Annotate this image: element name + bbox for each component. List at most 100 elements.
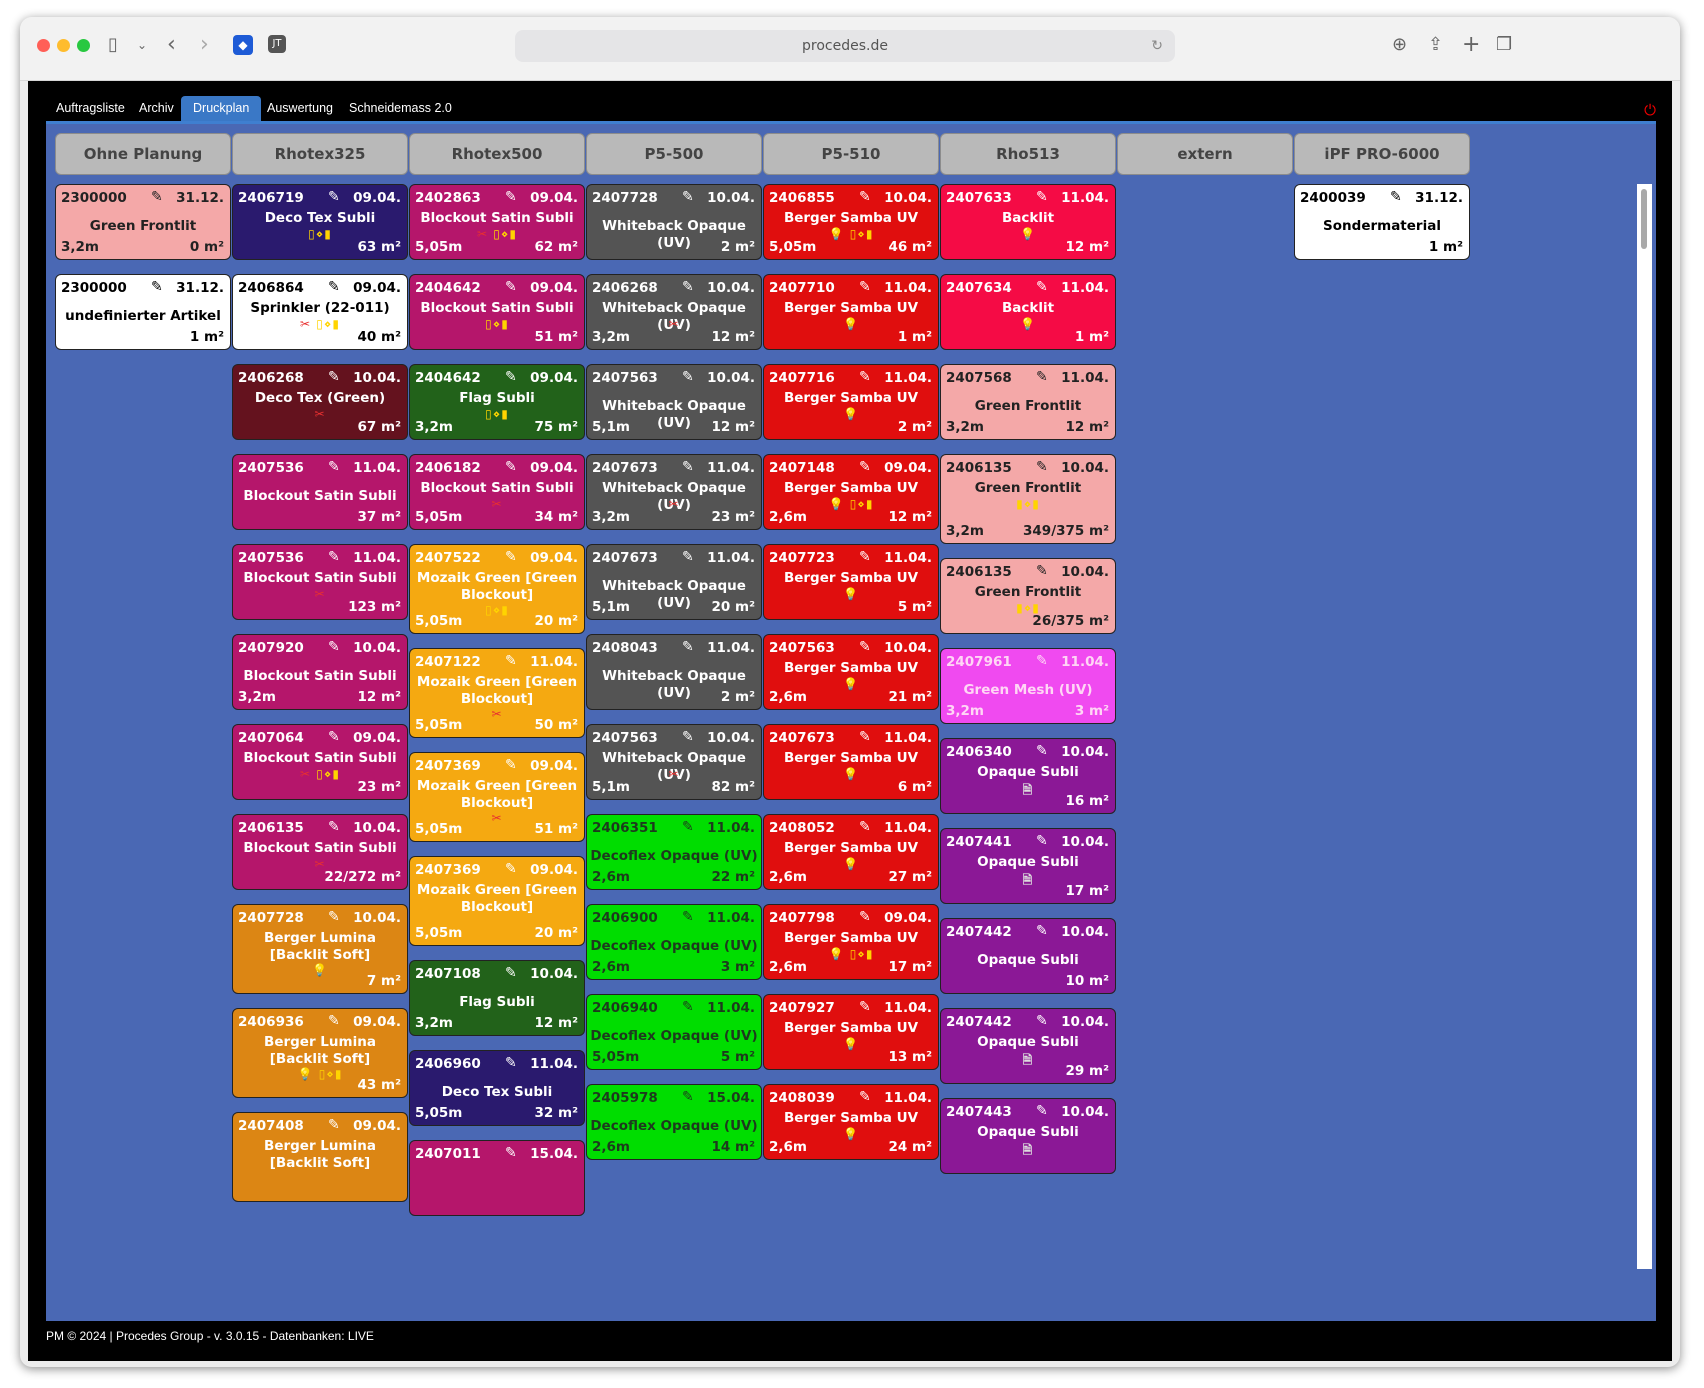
edit-pencil-icon[interactable]: ✎ bbox=[328, 279, 340, 295]
job-card[interactable]: 2406940 ✎ 11.04. Decoflex Opaque (UV) 5,05m 5… bbox=[586, 994, 762, 1070]
vertical-scrollbar[interactable] bbox=[1637, 184, 1652, 1269]
job-card[interactable]: 2407369 ✎ 09.04. Mozaik Green [Green Blocko… bbox=[409, 856, 585, 946]
logout-power-icon[interactable]: ⏻ bbox=[1644, 101, 1656, 119]
job-card[interactable]: 2407122 ✎ 11.04. Mozaik Green [Green Blocko… bbox=[409, 648, 585, 738]
edit-pencil-icon[interactable]: ✎ bbox=[328, 1117, 340, 1133]
zoom-window-button[interactable] bbox=[77, 39, 90, 52]
job-card[interactable]: 2407673 ✎ 11.04. Whiteback Opaque (UV) 5,1m 2… bbox=[586, 544, 762, 620]
edit-pencil-icon[interactable]: ✎ bbox=[682, 729, 694, 745]
job-card[interactable]: 2407728 ✎ 10.04. Whiteback Opaque (UV) 2 m² bbox=[586, 184, 762, 260]
column-header[interactable]: iPF PRO-6000 bbox=[1294, 133, 1470, 175]
back-icon[interactable]: ‹ bbox=[167, 34, 176, 56]
job-card[interactable]: 2406135 ✎ 10.04. Green Frontlit ▮⋄▮ 26/375 m… bbox=[940, 558, 1116, 634]
edit-pencil-icon[interactable]: ✎ bbox=[1390, 189, 1402, 205]
job-card[interactable]: 2404642 ✎ 09.04. Blockout Satin Subli ▯⋄▮ 51… bbox=[409, 274, 585, 350]
edit-pencil-icon[interactable]: ✎ bbox=[1036, 369, 1048, 385]
edit-pencil-icon[interactable]: ✎ bbox=[682, 279, 694, 295]
job-card[interactable]: 2407443 ✎ 10.04. Opaque Subli 🗎 bbox=[940, 1098, 1116, 1174]
edit-pencil-icon[interactable]: ✎ bbox=[505, 757, 517, 773]
edit-pencil-icon[interactable]: ✎ bbox=[859, 189, 871, 205]
job-card[interactable]: 2407408 ✎ 09.04. Berger Lumina [Backlit Sof… bbox=[232, 1112, 408, 1202]
job-card[interactable]: 2407920 ✎ 10.04. Blockout Satin Subli 3,2m 12… bbox=[232, 634, 408, 710]
edit-pencil-icon[interactable]: ✎ bbox=[328, 909, 340, 925]
edit-pencil-icon[interactable]: ✎ bbox=[859, 279, 871, 295]
edit-pencil-icon[interactable]: ✎ bbox=[1036, 459, 1048, 475]
edit-pencil-icon[interactable]: ✎ bbox=[682, 189, 694, 205]
job-card[interactable]: 2406864 ✎ 09.04. Sprinkler (22-011) ✂ ▯⋄▮ 40… bbox=[232, 274, 408, 350]
edit-pencil-icon[interactable]: ✎ bbox=[1036, 743, 1048, 759]
edit-pencil-icon[interactable]: ✎ bbox=[859, 729, 871, 745]
edit-pencil-icon[interactable]: ✎ bbox=[328, 549, 340, 565]
job-card[interactable]: 2406900 ✎ 11.04. Decoflex Opaque (UV) 2,6m 3 … bbox=[586, 904, 762, 980]
tab-archiv[interactable]: Archiv bbox=[127, 96, 186, 121]
job-card[interactable]: 2406351 ✎ 11.04. Decoflex Opaque (UV) 2,6m 22… bbox=[586, 814, 762, 890]
column-header[interactable]: Rhotex325 bbox=[232, 133, 408, 175]
job-card[interactable]: 2406268 ✎ 10.04. Whiteback Opaque (UV) ✂ 3,2… bbox=[586, 274, 762, 350]
job-card[interactable]: 2407442 ✎ 10.04. Opaque Subli 🗎 29 m² bbox=[940, 1008, 1116, 1084]
job-card[interactable]: 2406719 ✎ 09.04. Deco Tex Subli ▯⋄▮ 63 m² bbox=[232, 184, 408, 260]
job-card[interactable]: 2407536 ✎ 11.04. Blockout Satin Subli ✂ 123 … bbox=[232, 544, 408, 620]
job-card[interactable]: 2407673 ✎ 11.04. Berger Samba UV 💡 6 m² bbox=[763, 724, 939, 800]
job-card[interactable]: 2407710 ✎ 11.04. Berger Samba UV 💡 1 m² bbox=[763, 274, 939, 350]
job-card[interactable]: 2407369 ✎ 09.04. Mozaik Green [Green Blocko… bbox=[409, 752, 585, 842]
job-card[interactable]: 2407522 ✎ 09.04. Mozaik Green [Green Blocko… bbox=[409, 544, 585, 634]
tab-druckplan[interactable]: Druckplan bbox=[181, 96, 262, 121]
edit-pencil-icon[interactable]: ✎ bbox=[682, 1089, 694, 1105]
job-card[interactable]: 2406855 ✎ 10.04. Berger Samba UV 💡 ▯⋄▮ 5,05m… bbox=[763, 184, 939, 260]
reload-icon[interactable]: ↻ bbox=[1151, 30, 1163, 62]
edit-pencil-icon[interactable]: ✎ bbox=[505, 1055, 517, 1071]
edit-pencil-icon[interactable]: ✎ bbox=[682, 909, 694, 925]
share-icon[interactable]: ⇪ bbox=[1428, 35, 1443, 55]
edit-pencil-icon[interactable]: ✎ bbox=[151, 189, 163, 205]
column-header[interactable]: P5-500 bbox=[586, 133, 762, 175]
edit-pencil-icon[interactable]: ✎ bbox=[682, 639, 694, 655]
edit-pencil-icon[interactable]: ✎ bbox=[682, 819, 694, 835]
edit-pencil-icon[interactable]: ✎ bbox=[859, 639, 871, 655]
job-card[interactable]: 2406182 ✎ 09.04. Blockout Satin Subli ✂ 5,05… bbox=[409, 454, 585, 530]
sidebar-toggle-icon[interactable]: ▯ bbox=[108, 35, 118, 55]
job-card[interactable]: 2407064 ✎ 09.04. Blockout Satin Subli ✂ ▯⋄▮ … bbox=[232, 724, 408, 800]
edit-pencil-icon[interactable]: ✎ bbox=[1036, 923, 1048, 939]
edit-pencil-icon[interactable]: ✎ bbox=[859, 549, 871, 565]
job-card[interactable]: 2407148 ✎ 09.04. Berger Samba UV 💡 ▯⋄▮ 2,6m 1… bbox=[763, 454, 939, 530]
close-window-button[interactable] bbox=[37, 39, 50, 52]
job-card[interactable]: 2406340 ✎ 10.04. Opaque Subli 🗎 16 m² bbox=[940, 738, 1116, 814]
job-card[interactable]: 2404642 ✎ 09.04. Flag Subli ▯⋄▮ 3,2m 75 m² bbox=[409, 364, 585, 440]
edit-pencil-icon[interactable]: ✎ bbox=[505, 653, 517, 669]
edit-pencil-icon[interactable]: ✎ bbox=[682, 369, 694, 385]
column-header[interactable]: extern bbox=[1117, 133, 1293, 175]
new-tab-icon[interactable]: + bbox=[1462, 34, 1480, 56]
column-header[interactable]: Rho513 bbox=[940, 133, 1116, 175]
edit-pencil-icon[interactable]: ✎ bbox=[328, 1013, 340, 1029]
job-card[interactable]: 2406135 ✎ 10.04. Green Frontlit ▮⋄▮ 3,2m 349/… bbox=[940, 454, 1116, 544]
forward-icon[interactable]: › bbox=[200, 34, 209, 56]
job-card[interactable]: 2407563 ✎ 10.04. Whiteback Opaque (UV) 5,1m 1… bbox=[586, 364, 762, 440]
job-card[interactable]: 2406268 ✎ 10.04. Deco Tex (Green) ✂ 67 m² bbox=[232, 364, 408, 440]
edit-pencil-icon[interactable]: ✎ bbox=[682, 549, 694, 565]
job-card[interactable]: 2407563 ✎ 10.04. Whiteback Opaque (UV) ✂ 5,1… bbox=[586, 724, 762, 800]
job-card[interactable]: 2300000 ✎ 31.12. undefinierter Artikel 1 m² bbox=[55, 274, 231, 350]
edit-pencil-icon[interactable]: ✎ bbox=[859, 1089, 871, 1105]
edit-pencil-icon[interactable]: ✎ bbox=[1036, 1013, 1048, 1029]
edit-pencil-icon[interactable]: ✎ bbox=[1036, 653, 1048, 669]
edit-pencil-icon[interactable]: ✎ bbox=[328, 729, 340, 745]
job-card[interactable]: 2406936 ✎ 09.04. Berger Lumina [Backlit Sof… bbox=[232, 1008, 408, 1098]
job-card[interactable]: 2406135 ✎ 10.04. Blockout Satin Subli ✂ 22/2… bbox=[232, 814, 408, 890]
job-card[interactable]: 2407728 ✎ 10.04. Berger Lumina [Backlit Sof… bbox=[232, 904, 408, 994]
edit-pencil-icon[interactable]: ✎ bbox=[505, 549, 517, 565]
job-card[interactable]: 2407634 ✎ 11.04. Backlit 💡 1 m² bbox=[940, 274, 1116, 350]
job-card[interactable]: 2407441 ✎ 10.04. Opaque Subli 🗎 17 m² bbox=[940, 828, 1116, 904]
job-card[interactable]: 2407927 ✎ 11.04. Berger Samba UV 💡 13 m² bbox=[763, 994, 939, 1070]
edit-pencil-icon[interactable]: ✎ bbox=[328, 459, 340, 475]
edit-pencil-icon[interactable]: ✎ bbox=[1036, 833, 1048, 849]
address-bar[interactable]: procedes.de ↻ bbox=[515, 30, 1175, 62]
job-card[interactable]: 2408052 ✎ 11.04. Berger Samba UV 💡 2,6m 27 m² bbox=[763, 814, 939, 890]
job-card[interactable]: 2400039 ✎ 31.12. Sondermaterial 1 m² bbox=[1294, 184, 1470, 260]
tab-overview-icon[interactable]: ❐ bbox=[1496, 35, 1512, 55]
job-card[interactable]: 2407011 ✎ 15.04. bbox=[409, 1140, 585, 1216]
edit-pencil-icon[interactable]: ✎ bbox=[859, 819, 871, 835]
job-card[interactable]: 2407536 ✎ 11.04. Blockout Satin Subli 37 m² bbox=[232, 454, 408, 530]
edit-pencil-icon[interactable]: ✎ bbox=[1036, 1103, 1048, 1119]
job-card[interactable]: 2402863 ✎ 09.04. Blockout Satin Subli ✂ ▯⋄▮ … bbox=[409, 184, 585, 260]
edit-pencil-icon[interactable]: ✎ bbox=[682, 999, 694, 1015]
